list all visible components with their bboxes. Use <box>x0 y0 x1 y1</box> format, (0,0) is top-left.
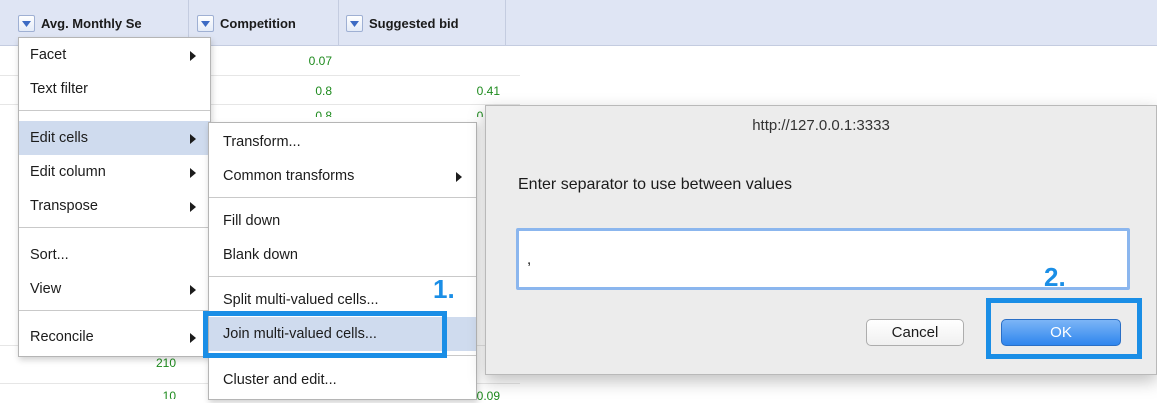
menu-separator <box>19 310 210 311</box>
dialog-title: http://127.0.0.1:3333 <box>752 116 890 134</box>
menu-item-view[interactable]: View <box>19 272 210 306</box>
menu-item-label: Sort... <box>30 247 69 263</box>
submenu-item-blank-down[interactable]: Blank down <box>209 238 476 272</box>
menu-separator <box>19 110 210 111</box>
menu-item-transpose[interactable]: Transpose <box>19 189 210 223</box>
menu-item-label: Transform... <box>223 134 301 150</box>
column-divider <box>505 0 506 46</box>
separator-input[interactable] <box>516 228 1130 290</box>
step-1-highlight <box>203 311 447 358</box>
dialog-prompt-text: Enter separator to use between values <box>518 176 792 193</box>
submenu-arrow-icon <box>190 333 196 343</box>
submenu-arrow-icon <box>190 202 196 212</box>
step-2-label: 2. <box>1044 262 1067 293</box>
submenu-arrow-icon <box>190 285 196 295</box>
menu-separator <box>19 227 210 228</box>
competition-cell[interactable]: 0.8 <box>240 109 332 117</box>
caret-down-icon[interactable] <box>346 15 363 32</box>
column-header-avg-monthly[interactable]: Avg. Monthly Se <box>18 11 186 36</box>
column-header-competition[interactable]: Competition <box>197 11 337 36</box>
menu-item-label: Common transforms <box>223 168 355 184</box>
caret-down-icon[interactable] <box>18 15 35 32</box>
submenu-arrow-icon <box>456 172 462 182</box>
step-2-highlight <box>986 298 1142 359</box>
menu-item-label: Fill down <box>223 213 281 229</box>
menu-item-sort[interactable]: Sort... <box>19 238 210 272</box>
submenu-item-common-transforms[interactable]: Common transforms <box>209 159 476 193</box>
submenu-arrow-icon <box>190 51 196 61</box>
menu-item-text-filter[interactable]: Text filter <box>19 72 210 106</box>
column-label: Avg. Monthly Se <box>41 16 142 31</box>
column-header-suggested-bid[interactable]: Suggested bid <box>346 11 506 36</box>
menu-item-label: Text filter <box>30 81 89 97</box>
cancel-button[interactable]: Cancel <box>866 319 964 346</box>
submenu-arrow-icon <box>190 168 196 178</box>
submenu-item-fill-down[interactable]: Fill down <box>209 204 476 238</box>
menu-item-facet[interactable]: Facet <box>19 38 210 72</box>
column-dropdown-menu: Facet Text filter Edit cells Edit column… <box>18 37 211 357</box>
competition-cell[interactable]: 0.8 <box>240 84 332 98</box>
competition-cell[interactable]: 0.07 <box>240 54 332 68</box>
submenu-item-cluster-and-edit[interactable]: Cluster and edit... <box>209 363 476 397</box>
menu-item-edit-column[interactable]: Edit column <box>19 155 210 189</box>
edit-cells-submenu: Transform... Common transforms Fill down… <box>208 122 477 400</box>
menu-item-label: Split multi-valued cells... <box>223 292 379 308</box>
submenu-item-transform[interactable]: Transform... <box>209 125 476 159</box>
column-label: Suggested bid <box>369 16 459 31</box>
bid-cell[interactable]: 0.41 <box>380 109 500 117</box>
bid-cell[interactable]: 0.41 <box>380 84 500 98</box>
monthly-searches-cell[interactable]: 210 <box>60 356 176 370</box>
menu-item-label: Transpose <box>30 198 98 214</box>
submenu-arrow-icon <box>190 134 196 144</box>
menu-item-label: Cluster and edit... <box>223 372 337 388</box>
step-1-label: 1. <box>433 274 456 305</box>
menu-separator <box>209 197 476 198</box>
menu-item-label: Edit column <box>30 164 106 180</box>
menu-item-label: Reconcile <box>30 329 94 345</box>
menu-item-label: Blank down <box>223 247 298 263</box>
menu-item-label: Facet <box>30 47 67 63</box>
column-divider <box>338 0 339 46</box>
menu-item-label: Edit cells <box>30 130 89 146</box>
menu-item-edit-cells[interactable]: Edit cells <box>19 121 210 155</box>
caret-down-icon[interactable] <box>197 15 214 32</box>
monthly-searches-cell[interactable]: 10 <box>60 389 176 399</box>
column-label: Competition <box>220 16 296 31</box>
menu-item-label: View <box>30 281 62 297</box>
menu-item-reconcile[interactable]: Reconcile <box>19 320 210 354</box>
